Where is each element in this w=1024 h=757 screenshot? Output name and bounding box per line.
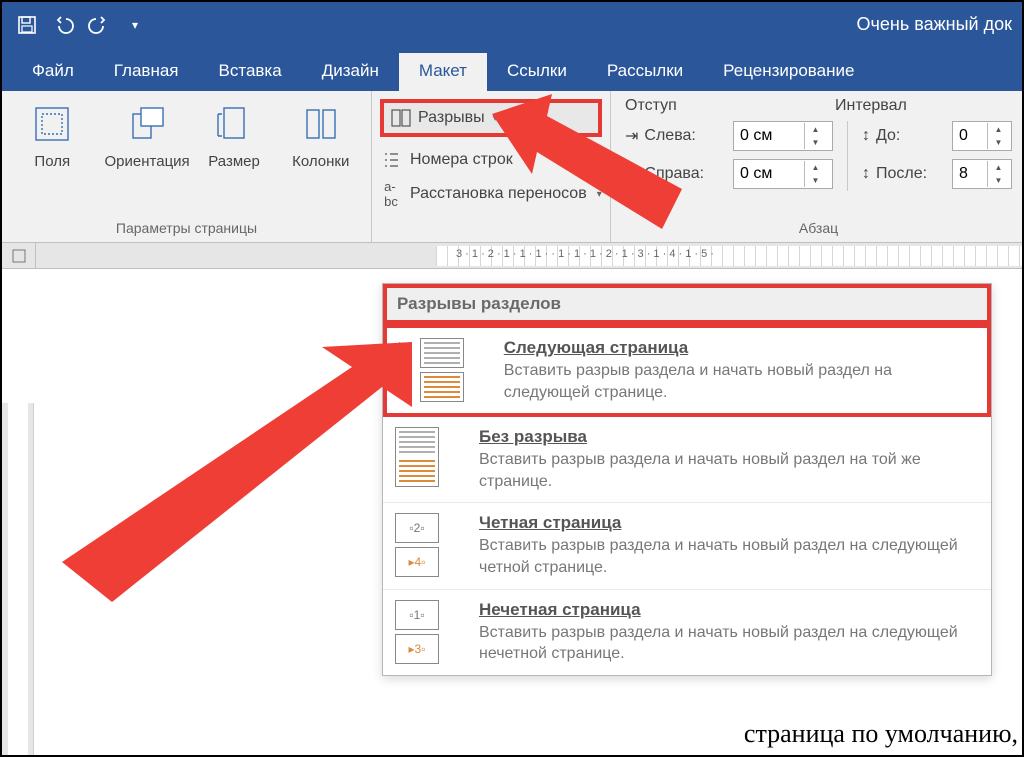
thumb-icon: ▫1▫ xyxy=(395,600,439,630)
document-title: Очень важный док xyxy=(857,14,1012,35)
line-numbers-icon xyxy=(380,149,402,171)
indent-right-input[interactable]: ▲▼ xyxy=(733,159,833,189)
margins-icon xyxy=(29,101,75,147)
columns-icon xyxy=(298,101,344,147)
chevron-down-icon: ▾ xyxy=(493,113,498,124)
page-setup-group-label: Параметры страницы xyxy=(10,214,363,242)
spacing-before-icon: ↕ xyxy=(862,127,870,145)
document-body-text: страница по умолчанию, xyxy=(744,719,1018,749)
size-button[interactable]: Размер xyxy=(200,97,269,170)
section-break-odd-page[interactable]: ▫1▫ ▸3▫ Нечетная страница Вставить разры… xyxy=(383,590,991,675)
section-break-next-page[interactable]: ▶ Следующая страница Вставить разрыв раз… xyxy=(383,324,991,417)
undo-icon[interactable] xyxy=(52,14,74,36)
breaks-icon xyxy=(390,107,412,129)
ribbon: Поля Ориентация Размер Колонки Параметры… xyxy=(2,91,1022,243)
hyphenation-icon: a-bc xyxy=(380,183,402,205)
tab-home[interactable]: Главная xyxy=(94,53,199,91)
spacing-after-input[interactable]: ▲▼ xyxy=(952,159,1012,189)
section-breaks-header: Разрывы разделов xyxy=(383,284,991,324)
tab-design[interactable]: Дизайн xyxy=(302,53,399,91)
size-icon xyxy=(211,101,257,147)
indent-header: Отступ xyxy=(625,97,835,115)
spacing-before-input[interactable]: ▲▼ xyxy=(952,121,1012,151)
vertical-ruler[interactable] xyxy=(2,403,34,755)
indent-right-icon: ⇤ xyxy=(625,164,638,184)
spacing-header: Интервал xyxy=(835,97,907,115)
section-break-even-page[interactable]: ▫2▫ ▸4▫ Четная страница Вставить разрыв … xyxy=(383,503,991,589)
horizontal-ruler[interactable]: 3 · 1 · 2 · 1 · 1 · 1 · · 1 · 1 · 1 · 2 … xyxy=(2,243,1022,269)
tab-layout[interactable]: Макет xyxy=(399,53,487,91)
hyphenation-button[interactable]: a-bc Расстановка переносов▾ xyxy=(380,183,602,205)
thumb-icon: ▫2▫ xyxy=(395,513,439,543)
thumb-icon xyxy=(420,372,464,402)
document-area: Разрывы разделов ▶ Следующая страница Вс… xyxy=(2,269,1022,755)
breaks-button[interactable]: Разрывы▾ xyxy=(380,99,602,137)
columns-button[interactable]: Колонки xyxy=(278,97,363,170)
tab-references[interactable]: Ссылки xyxy=(487,53,587,91)
thumb-icon: ▸3▫ xyxy=(395,634,439,664)
orientation-icon xyxy=(124,101,170,147)
thumb-icon: ▸4▫ xyxy=(395,547,439,577)
section-break-continuous[interactable]: Без разрыва Вставить разрыв раздела и на… xyxy=(383,417,991,503)
breaks-dropdown: Разрывы разделов ▶ Следующая страница Вс… xyxy=(382,283,992,676)
save-icon[interactable] xyxy=(16,14,38,36)
ribbon-tabs: Файл Главная Вставка Дизайн Макет Ссылки… xyxy=(2,47,1022,91)
orientation-button[interactable]: Ориентация xyxy=(105,97,190,170)
selection-indicator-icon: ▶ xyxy=(399,338,410,403)
ruler-corner-icon xyxy=(2,243,36,269)
redo-icon[interactable] xyxy=(88,14,110,36)
title-bar: ▾ Очень важный док xyxy=(2,2,1022,47)
tab-insert[interactable]: Вставка xyxy=(199,53,302,91)
indent-left-icon: ⇥ xyxy=(625,126,638,146)
spacing-after-icon: ↕ xyxy=(862,165,870,183)
qat-customize-icon[interactable]: ▾ xyxy=(124,14,146,36)
thumb-icon xyxy=(395,427,439,487)
thumb-icon xyxy=(420,338,464,368)
line-numbers-button[interactable]: Номера строк▾ xyxy=(380,149,602,171)
paragraph-group-label: Абзац xyxy=(625,214,1012,242)
tab-mailings[interactable]: Рассылки xyxy=(587,53,703,91)
tab-review[interactable]: Рецензирование xyxy=(703,53,874,91)
indent-left-input[interactable]: ▲▼ xyxy=(733,121,833,151)
tab-file[interactable]: Файл xyxy=(12,53,94,91)
margins-button[interactable]: Поля xyxy=(10,97,95,170)
